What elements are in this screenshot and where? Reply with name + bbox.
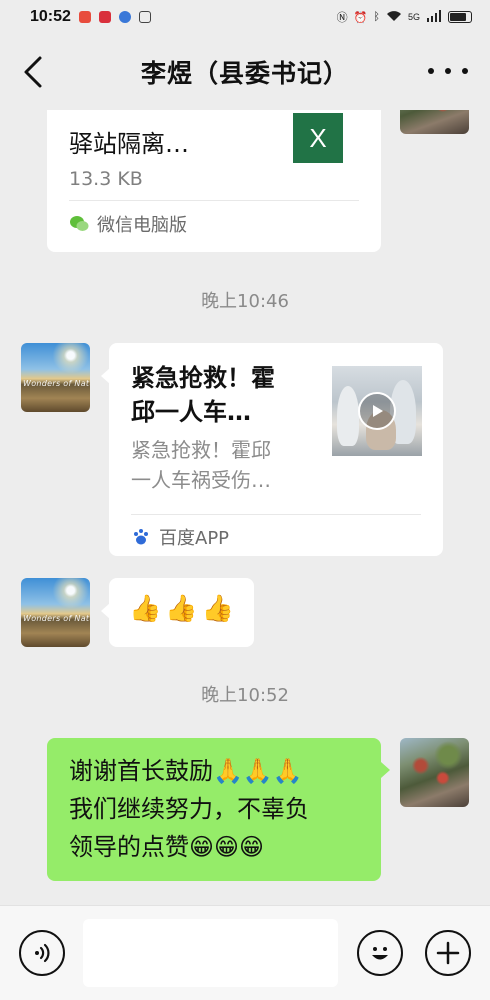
chat-message-list[interactable]: 驿站隔离… 13.3 KB X 微信电脑版 晚上10:46 Wonders of… [0,110,490,905]
back-button[interactable] [20,54,50,90]
nfc-icon: Ⓝ [336,12,348,24]
link-desc-line2: 一人车祸受伤… [131,468,271,492]
status-bar: 10:52 Ⓝ ⏰ ᛒ 5G [0,0,490,34]
smiley-icon [372,947,388,960]
baidu-paw-icon [131,527,151,547]
own-avatar[interactable] [400,110,469,134]
input-bar [0,905,490,1000]
thumbs-up-emoji: 👍 [165,594,198,624]
message-timestamp: 晚上10:52 [201,685,289,706]
link-title-line2: 邱一人车… [131,398,251,426]
message-input[interactable] [83,919,338,987]
thumbs-up-emoji: 👍 [201,594,235,624]
wifi-icon [386,10,402,25]
mail-notification-icon [138,11,151,23]
file-source-label: 微信电脑版 [97,215,187,236]
chat-title: 李煜（县委书记） [140,59,349,88]
voice-icon [35,943,50,963]
thumbs-up-row: 👍 👍 👍 [129,594,234,624]
status-time: 10:52 [30,8,71,25]
link-message-card[interactable]: 紧急抢救！霍 邱一人车… 紧急抢救！霍邱 一人车祸受伤… 百度APP [109,343,443,556]
app-notification-icon [78,11,91,23]
play-icon [358,392,396,430]
battery-icon [448,11,472,23]
message-timestamp: 晚上10:46 [201,291,289,312]
bluetooth-icon: ᛒ [373,11,380,23]
more-dot-icon [462,68,468,74]
wechat-icon [69,214,89,234]
link-desc-line1: 紧急抢救！霍邱 [131,438,271,462]
more-dot-icon [428,68,434,74]
link-title-line1: 紧急抢救！霍 [131,364,275,392]
reply-line3: 领导的点赞😁😁😁 [69,833,265,861]
reply-line1: 谢谢首长鼓励🙏🙏🙏 [69,757,303,785]
chevron-left-icon [24,56,42,88]
link-source-row: 百度APP [131,524,229,550]
more-options-button[interactable] [428,56,468,86]
contact-avatar[interactable]: Wonders of Nature [21,343,90,412]
card-divider [69,200,359,201]
voice-input-button[interactable] [19,930,65,976]
emoji-button[interactable] [357,930,403,976]
more-functions-button[interactable] [425,930,471,976]
thumbs-up-emoji: 👍 [129,594,162,624]
emoji-message-bubble[interactable]: 👍 👍 👍 [109,578,254,647]
reply-line2: 我们继续努力，不辜负 [69,795,309,823]
avatar-watermark: Wonders of Nature [23,614,90,623]
network-type-label: 5G [407,12,420,22]
file-name: 驿站隔离… [69,130,189,158]
signal-icon [426,9,442,25]
link-source-label: 百度APP [159,528,230,549]
file-size: 13.3 KB [69,168,143,190]
file-source-row: 微信电脑版 [69,211,187,237]
chat-header: 李煜（县委书记） [0,34,490,110]
more-dot-icon [445,68,451,74]
app-notification-icon [98,11,111,23]
avatar-watermark: Wonders of Nature [23,379,90,388]
alarm-icon: ⏰ [353,11,368,24]
sent-message-bubble[interactable]: 谢谢首长鼓励🙏🙏🙏 我们继续努力，不辜负 领导的点赞😁😁😁 [47,738,381,881]
excel-file-icon: X [293,113,343,163]
own-avatar[interactable] [400,738,469,807]
contact-avatar[interactable]: Wonders of Nature [21,578,90,647]
video-thumbnail [332,366,422,456]
file-message-card[interactable]: 驿站隔离… 13.3 KB X 微信电脑版 [47,110,381,252]
bubble-tail [381,762,390,778]
card-divider [131,514,421,515]
music-notification-icon [118,11,131,23]
plus-icon [436,941,460,965]
